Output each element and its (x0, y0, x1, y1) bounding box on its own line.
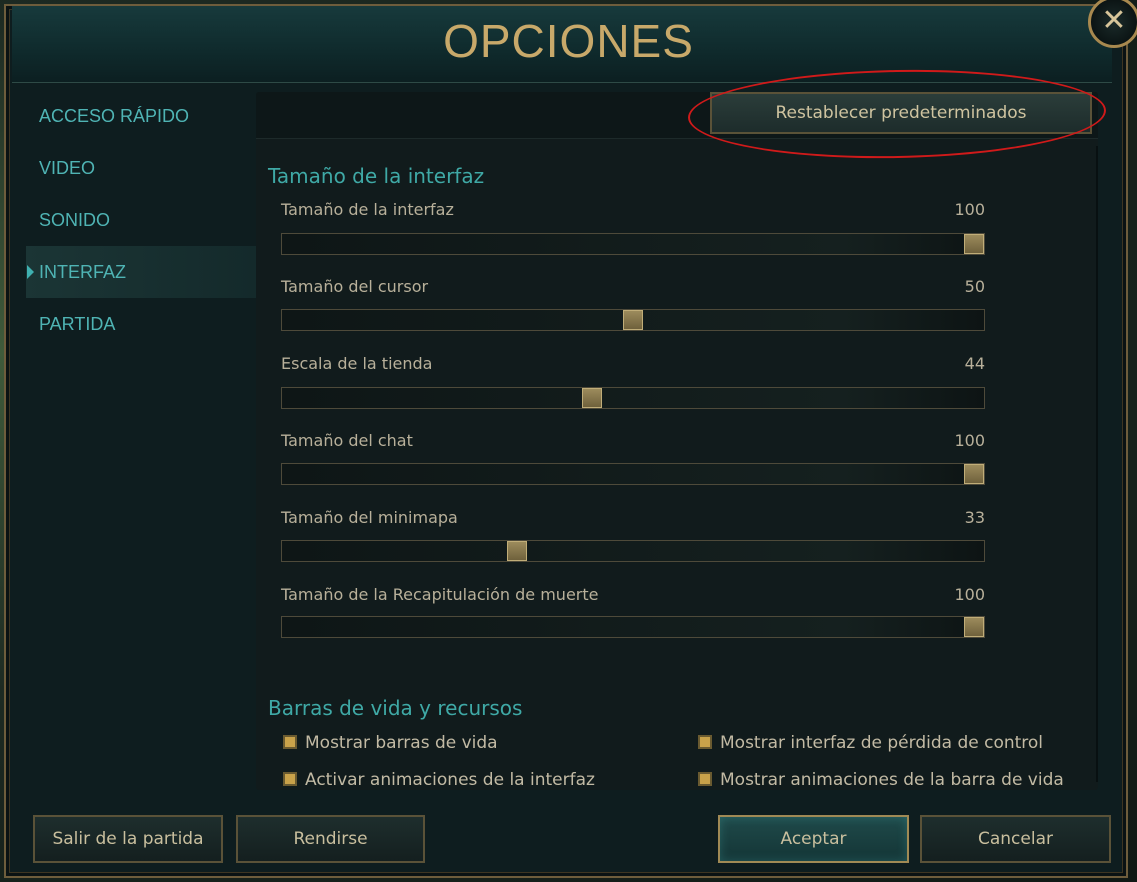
accept-button[interactable]: Aceptar (718, 815, 909, 863)
checkbox-label: Mostrar barras de vida (305, 733, 498, 753)
close-icon: ✕ (1101, 3, 1127, 38)
leave-game-button[interactable]: Salir de la partida (33, 815, 223, 863)
slider-label: Tamaño del minimapa (281, 508, 458, 527)
slider-handle[interactable] (964, 464, 984, 484)
section-heading-health-bars: Barras de vida y recursos (268, 696, 523, 720)
settings-panel: Restablecer predeterminados Tamaño de la… (256, 92, 1098, 790)
minimap-size-slider[interactable] (281, 540, 985, 562)
active-arrow-icon (27, 265, 34, 279)
sidebar-nav: ACCESO RÁPIDO VIDEO SONIDO INTERFAZ PART… (26, 90, 256, 350)
shop-scale-slider[interactable] (281, 387, 985, 409)
slider-value: 100 (954, 585, 985, 604)
sidebar-item-label: ACCESO RÁPIDO (39, 106, 190, 126)
slider-handle[interactable] (507, 541, 527, 561)
checkbox-checked-icon[interactable] (698, 735, 712, 749)
slider-value: 100 (954, 200, 985, 219)
checkbox-label: Mostrar interfaz de pérdida de control (720, 733, 1044, 753)
slider-handle[interactable] (582, 388, 602, 408)
interface-size-slider[interactable] (281, 233, 985, 255)
checkbox-label: Activar animaciones de la interfaz (305, 770, 595, 790)
checkbox-show-loss-of-control[interactable]: Mostrar interfaz de pérdida de control (698, 733, 1043, 753)
slider-label: Tamaño de la Recapitulación de muerte (281, 585, 599, 604)
sidebar-item-label: SONIDO (39, 210, 111, 230)
sidebar-item-sonido[interactable]: SONIDO (26, 194, 256, 246)
sidebar-item-label: VIDEO (39, 158, 96, 178)
slider-value: 100 (954, 431, 985, 450)
slider-value: 44 (964, 354, 985, 373)
surrender-button[interactable]: Rendirse (236, 815, 425, 863)
sidebar-item-label: INTERFAZ (39, 262, 127, 282)
slider-label: Escala de la tienda (281, 354, 433, 373)
checkbox-checked-icon[interactable] (283, 772, 297, 786)
slider-handle[interactable] (964, 234, 984, 254)
sidebar-item-interfaz[interactable]: INTERFAZ (26, 246, 256, 298)
checkbox-checked-icon[interactable] (283, 735, 297, 749)
window-title: OPCIONES (443, 15, 694, 67)
slider-label: Tamaño del cursor (281, 277, 429, 296)
close-button[interactable]: ✕ (1088, 0, 1137, 48)
checkbox-label: Mostrar animaciones de la barra de vida (720, 770, 1064, 790)
checkbox-show-health-bars[interactable]: Mostrar barras de vida (283, 733, 498, 753)
death-recap-size-slider[interactable] (281, 616, 985, 638)
slider-label: Tamaño de la interfaz (281, 200, 454, 219)
section-heading-interface-size: Tamaño de la interfaz (268, 164, 485, 188)
cursor-size-slider[interactable] (281, 309, 985, 331)
slider-value: 33 (964, 508, 985, 527)
slider-handle[interactable] (623, 310, 643, 330)
slider-label: Tamaño del chat (281, 431, 413, 450)
checkbox-health-bar-animations[interactable]: Mostrar animaciones de la barra de vida (698, 770, 1064, 790)
slider-value: 50 (964, 277, 985, 296)
checkbox-interface-animations[interactable]: Activar animaciones de la interfaz (283, 770, 595, 790)
checkbox-checked-icon[interactable] (698, 772, 712, 786)
sidebar-item-label: PARTIDA (39, 314, 116, 334)
chat-size-slider[interactable] (281, 463, 985, 485)
slider-handle[interactable] (964, 617, 984, 637)
sidebar-item-video[interactable]: VIDEO (26, 142, 256, 194)
sidebar-item-acceso-rapido[interactable]: ACCESO RÁPIDO (26, 90, 256, 142)
cancel-button[interactable]: Cancelar (920, 815, 1111, 863)
sidebar-item-partida[interactable]: PARTIDA (26, 298, 256, 350)
